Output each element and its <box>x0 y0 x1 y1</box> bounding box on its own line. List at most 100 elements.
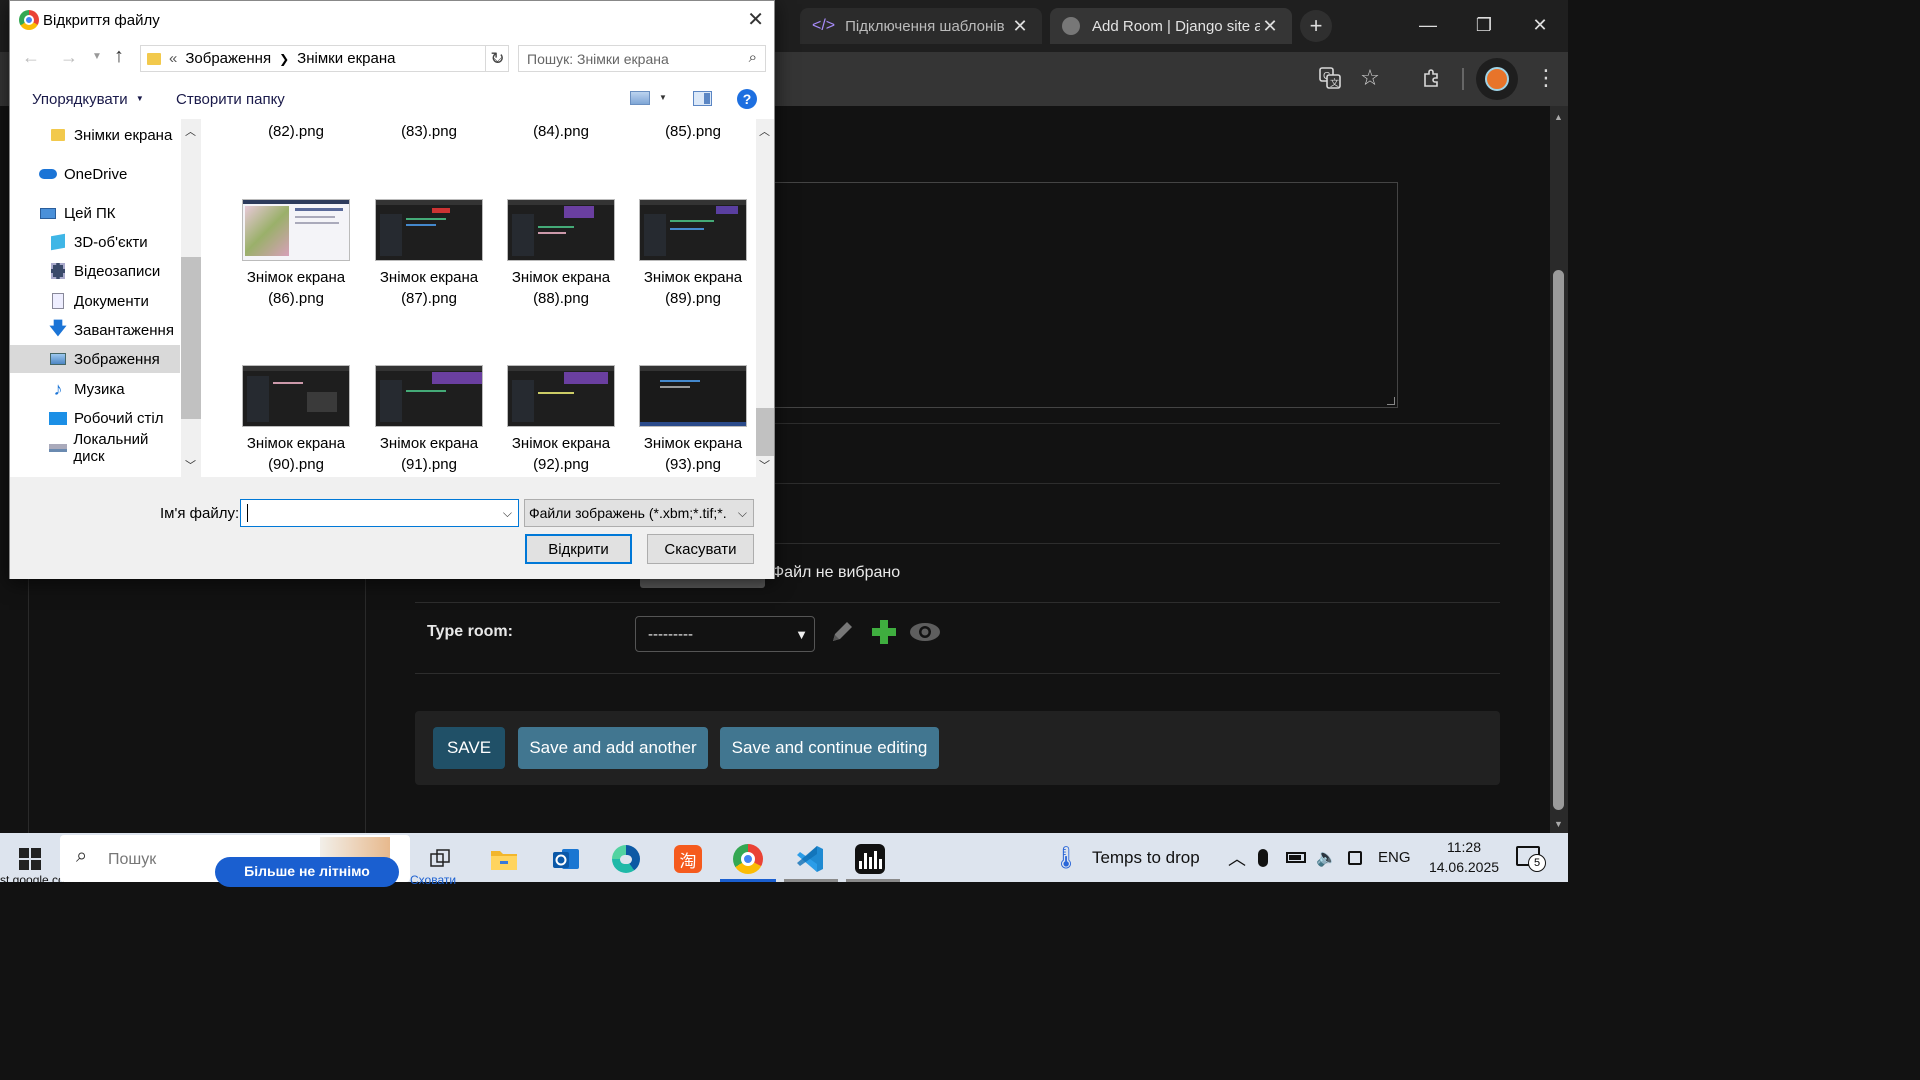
task-view-icon[interactable] <box>420 839 460 879</box>
forward-arrow-icon[interactable]: → <box>60 47 78 68</box>
file-item-84[interactable]: (84).png <box>501 121 621 142</box>
profile-avatar[interactable] <box>1476 58 1518 100</box>
file-item-83[interactable]: (83).png <box>369 121 489 142</box>
scroll-up-icon[interactable]: ︿ <box>185 123 196 139</box>
file-item[interactable]: Знімок екрана (87).png <box>369 199 489 309</box>
volume-icon[interactable]: 🔈 <box>1316 833 1337 882</box>
minimize-icon[interactable]: — <box>1400 0 1456 50</box>
file-item[interactable]: Знімок екрана (88).png <box>501 199 621 309</box>
scroll-down-icon[interactable]: ﹀ <box>759 457 770 473</box>
close-icon[interactable]: ✕ <box>747 7 764 32</box>
battery-icon[interactable] <box>1286 833 1306 882</box>
up-arrow-icon[interactable]: ↑ <box>114 45 124 68</box>
menu-icon[interactable]: ⋮ <box>1528 60 1564 96</box>
breadcrumb-images[interactable]: Зображення <box>185 50 271 67</box>
file-item[interactable]: Знімок екрана (92).png <box>501 365 621 475</box>
nav-item-local-disk[interactable]: Локальний диск <box>10 431 180 465</box>
resize-handle[interactable] <box>1387 397 1395 405</box>
scroll-down-icon[interactable]: ﹀ <box>185 457 196 473</box>
new-folder-button[interactable]: Створити папку <box>176 91 285 108</box>
cancel-button[interactable]: Скасувати <box>647 534 754 564</box>
add-plus-icon[interactable] <box>870 618 898 646</box>
dialog-title: Відкриття файлу <box>43 11 160 29</box>
new-tab-button[interactable]: + <box>1300 10 1332 42</box>
nav-item-onedrive[interactable]: OneDrive <box>10 160 180 188</box>
extensions-icon[interactable] <box>1414 60 1450 96</box>
file-item[interactable]: Знімок екрана (90).png <box>236 365 356 475</box>
file-item[interactable]: Знімок екрана (86).png <box>236 199 356 309</box>
translate-icon[interactable]: G文 <box>1312 60 1348 96</box>
nav-item-documents[interactable]: Документи <box>10 287 180 315</box>
edit-pencil-icon[interactable] <box>828 618 856 646</box>
preview-pane-icon[interactable] <box>693 91 712 106</box>
recent-chevron-icon[interactable]: ▼ <box>92 51 102 62</box>
breadcrumb-screenshots[interactable]: Знімки екрана <box>297 50 395 67</box>
files-scrollbar[interactable]: ︿ ﹀ <box>756 119 774 477</box>
nav-item-this-pc[interactable]: Цей ПК <box>10 199 180 227</box>
clock[interactable]: 11:28 14.06.2025 <box>1424 837 1504 877</box>
save-button[interactable]: SAVE <box>433 727 505 769</box>
address-bar[interactable]: « Зображення ❯ Знімки екрана ⌵ <box>140 45 509 72</box>
nav-item-music[interactable]: ♪ Музика <box>10 375 180 403</box>
close-tab-icon[interactable]: ✕ <box>1010 16 1030 37</box>
notifications-icon[interactable]: 5 <box>1516 846 1546 872</box>
view-mode-chevron-icon[interactable]: ▼ <box>659 93 667 102</box>
close-window-icon[interactable]: ✕ <box>1512 0 1568 50</box>
chrome-taskbar-icon[interactable] <box>728 839 768 879</box>
filename-input[interactable]: ⌵ <box>240 499 519 527</box>
nav-item-screenshots[interactable]: Знімки екрана <box>10 121 180 149</box>
scroll-up-icon[interactable]: ▲ <box>1554 112 1563 122</box>
files-scroll-thumb[interactable] <box>756 408 774 456</box>
refresh-icon[interactable]: ↻ <box>485 45 509 72</box>
outlook-icon[interactable] <box>546 839 586 879</box>
tab-templates[interactable]: </> Підключення шаблонів ✕ <box>800 8 1042 44</box>
microphone-icon[interactable] <box>1258 833 1268 882</box>
nav-item-3d-objects[interactable]: 3D-об'єкти <box>10 228 180 256</box>
audio-app-icon[interactable] <box>850 839 890 879</box>
save-continue-button[interactable]: Save and continue editing <box>720 727 939 769</box>
tab-add-room[interactable]: Add Room | Django site admin ✕ <box>1050 8 1292 44</box>
restore-icon[interactable]: ❐ <box>1456 0 1512 50</box>
back-arrow-icon[interactable]: ← <box>22 47 40 68</box>
search-input[interactable]: Пошук: Знімки екрана ⌕ <box>518 45 766 72</box>
pc-icon <box>38 204 58 222</box>
file-item-82[interactable]: (82).png <box>236 121 356 142</box>
page-scroll-thumb[interactable] <box>1553 270 1564 810</box>
close-tab-icon[interactable]: ✕ <box>1260 16 1280 37</box>
nav-scrollbar[interactable]: ︿ ﹀ <box>181 119 201 477</box>
tray-overflow-icon[interactable]: ︿ <box>1228 833 1246 882</box>
filetype-select[interactable]: Файли зображень (*.xbm;*.tif;*. ⌵ <box>524 499 754 527</box>
edge-icon[interactable] <box>606 839 646 879</box>
help-icon[interactable]: ? <box>737 89 757 109</box>
nav-item-pictures[interactable]: Зображення <box>10 345 180 373</box>
language-indicator[interactable]: ENG <box>1378 833 1411 882</box>
nav-item-downloads[interactable]: 🡇 Завантаження <box>10 316 180 344</box>
type-room-select[interactable]: --------- ▼ <box>635 616 815 652</box>
organize-menu[interactable]: Упорядкувати ▼ <box>32 91 144 108</box>
scroll-down-icon[interactable]: ▼ <box>1554 819 1563 829</box>
view-mode-icon[interactable] <box>630 91 650 105</box>
start-icon[interactable] <box>10 839 50 879</box>
nav-item-videos[interactable]: Відеозаписи <box>10 257 180 285</box>
nav-scroll-thumb[interactable] <box>181 257 201 419</box>
scroll-up-icon[interactable]: ︿ <box>759 123 770 139</box>
meet-now-icon[interactable] <box>1348 833 1362 882</box>
open-button[interactable]: Відкрити <box>525 534 632 564</box>
save-add-another-button[interactable]: Save and add another <box>518 727 708 769</box>
vscode-icon[interactable] <box>790 839 830 879</box>
windows-taskbar: st.google.com ... ⌕ Пошук Більше не літн… <box>0 833 1568 887</box>
file-item[interactable]: Знімок екрана (89).png <box>633 199 753 309</box>
taobao-icon[interactable]: 淘 <box>668 839 708 879</box>
file-explorer-icon[interactable] <box>484 839 524 879</box>
description-textarea[interactable] <box>770 182 1398 408</box>
file-list: (82).png (83).png (84).png (85).png Знім… <box>201 119 756 477</box>
weather-widget[interactable]: 🌡 Temps to drop <box>1052 833 1200 882</box>
view-eye-icon[interactable] <box>908 618 942 646</box>
file-item-85[interactable]: (85).png <box>633 121 753 142</box>
file-item[interactable]: Знімок екрана (93).png <box>633 365 753 475</box>
nav-item-desktop[interactable]: Робочий стіл <box>10 404 180 432</box>
popup-button[interactable]: Більше не літнімо <box>215 857 399 887</box>
chevron-down-icon[interactable]: ⌵ <box>503 506 512 521</box>
star-icon[interactable]: ☆ <box>1352 60 1388 96</box>
file-item[interactable]: Знімок екрана (91).png <box>369 365 489 475</box>
